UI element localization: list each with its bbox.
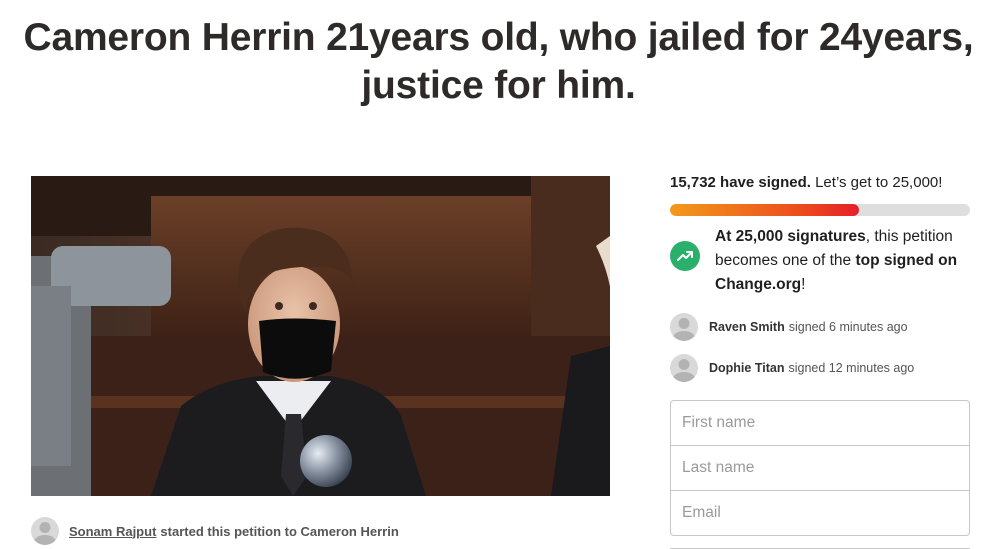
signer-name: Raven Smith xyxy=(709,320,785,334)
recent-signers: Raven Smith signed 6 minutes ago Dophie … xyxy=(670,313,970,382)
goal-text: Let’s get to 25,000! xyxy=(815,174,943,191)
starter-name-link[interactable]: Sonam Rajput xyxy=(69,524,156,539)
first-name-input[interactable] xyxy=(670,400,970,446)
signed-count: 15,732 have signed. xyxy=(670,174,811,191)
courtroom-photo-image xyxy=(31,176,610,496)
petition-starter: Sonam Rajput started this petition to Ca… xyxy=(31,516,399,546)
progress-fill xyxy=(670,204,859,216)
signature-panel: 15,732 have signed. Let’s get to 25,000!… xyxy=(670,170,970,395)
milestone-notice: At 25,000 signatures, this petition beco… xyxy=(670,225,970,297)
signature-count: 15,732 have signed. Let’s get to 25,000! xyxy=(670,171,970,195)
sign-form xyxy=(670,400,970,549)
signer-avatar xyxy=(670,354,698,382)
recent-signer-row: Dophie Titan signed 12 minutes ago xyxy=(670,354,970,382)
milestone-end: ! xyxy=(801,276,806,293)
signer-name: Dophie Titan xyxy=(709,361,785,375)
milestone-text: At 25,000 signatures, this petition beco… xyxy=(715,225,970,297)
last-name-input[interactable] xyxy=(670,445,970,491)
milestone-goal: At 25,000 signatures xyxy=(715,228,866,245)
signer-action: signed 6 minutes ago xyxy=(788,320,908,334)
recent-signer-row: Raven Smith signed 6 minutes ago xyxy=(670,313,970,341)
petition-title: Cameron Herrin 21years old, who jailed f… xyxy=(23,16,974,107)
email-input[interactable] xyxy=(670,490,970,536)
petition-photo[interactable] xyxy=(31,176,610,496)
signature-progress-bar xyxy=(670,204,970,216)
starter-avatar[interactable] xyxy=(31,517,59,545)
trending-up-icon xyxy=(670,241,700,271)
signer-action: signed 12 minutes ago xyxy=(788,361,915,375)
starter-text: started this petition to Cameron Herrin xyxy=(160,523,399,539)
signer-avatar xyxy=(670,313,698,341)
